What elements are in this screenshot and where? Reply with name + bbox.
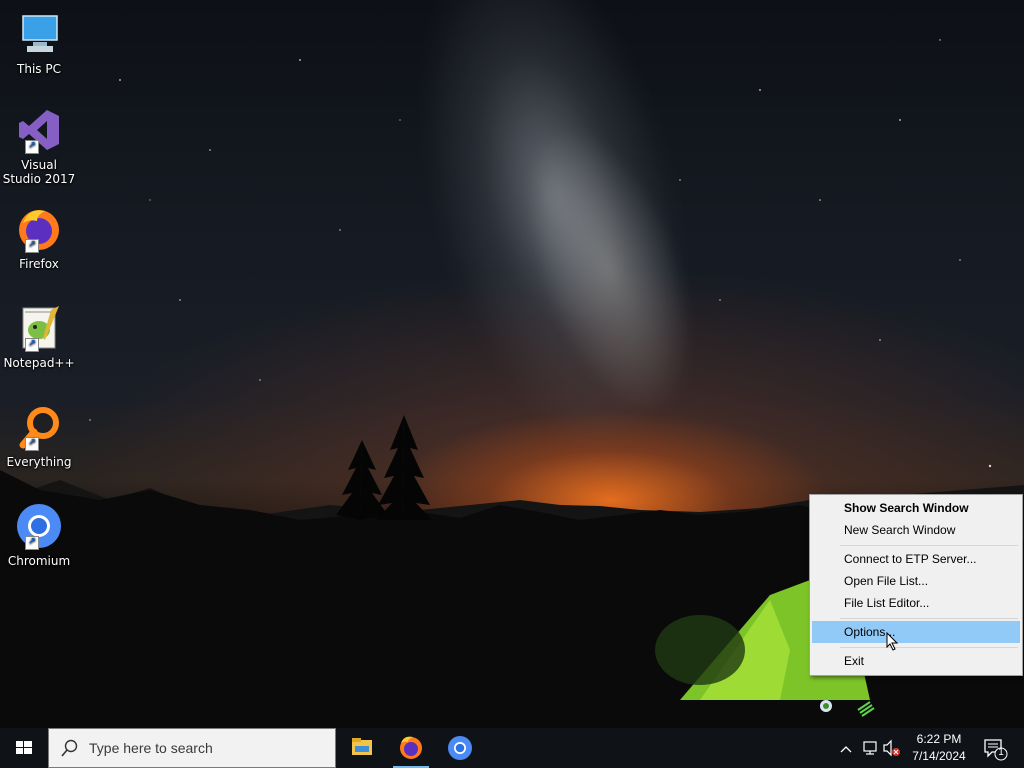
search-placeholder: Type here to search [89, 740, 213, 756]
menu-item-open-file-list[interactable]: Open File List... [812, 570, 1020, 592]
menu-separator [840, 618, 1018, 619]
shortcut-arrow-icon: ↗ [25, 338, 39, 352]
search-icon [61, 739, 78, 757]
shortcut-arrow-icon: ↗ [25, 437, 39, 451]
notification-icon [984, 739, 1008, 761]
desktop-icon-chromium[interactable]: ↗ Chromium [2, 502, 76, 568]
desktop-icon-everything[interactable]: ↗ Everything [2, 403, 76, 469]
taskbar: Type here to search 6:22 PM 7/14/2024 1 [0, 728, 1024, 768]
action-center-button[interactable]: 1 [978, 728, 1014, 768]
shortcut-arrow-icon: ↗ [25, 536, 39, 550]
chromium-icon [448, 736, 472, 760]
taskbar-file-explorer[interactable] [338, 728, 386, 768]
desktop-icon-visual-studio[interactable]: ↗ Visual Studio 2017 [2, 106, 76, 186]
menu-item-exit[interactable]: Exit [812, 650, 1020, 672]
clock-time: 6:22 PM [916, 732, 962, 746]
desktop-icon-label: Everything [6, 455, 72, 469]
file-explorer-icon [352, 738, 372, 755]
clock-date: 7/14/2024 [912, 749, 966, 763]
menu-item-show-search-window[interactable]: Show Search Window [812, 497, 1020, 519]
show-hidden-icons-chevron-icon[interactable] [840, 746, 852, 753]
volume-muted-icon[interactable] [883, 739, 900, 757]
desktop-icon-label: Chromium [7, 554, 71, 568]
everything-icon [19, 407, 59, 449]
menu-separator [840, 545, 1018, 546]
menu-item-connect-etp-server[interactable]: Connect to ETP Server... [812, 548, 1020, 570]
everything-tray-context-menu: Show Search Window New Search Window Con… [809, 494, 1023, 676]
system-tray [836, 728, 900, 768]
visual-studio-icon [19, 110, 59, 150]
taskbar-search-box[interactable]: Type here to search [48, 728, 336, 768]
firefox-icon [400, 736, 422, 759]
everything-tray-icon[interactable] [820, 700, 832, 712]
menu-separator [840, 647, 1018, 648]
desktop-icon-label: This PC [17, 62, 61, 76]
menu-item-file-list-editor[interactable]: File List Editor... [812, 592, 1020, 614]
taskbar-chromium[interactable] [436, 728, 484, 768]
mouse-cursor-icon [886, 632, 899, 651]
desktop-icon-notepad-plus-plus[interactable]: ↗ Notepad++ [2, 304, 76, 370]
desktop-icon-this-pc[interactable]: This PC [2, 10, 76, 76]
menu-item-options[interactable]: Options... [812, 621, 1020, 643]
this-pc-icon [22, 15, 58, 52]
notepad-plus-plus-icon [22, 306, 59, 349]
desktop-icon-label: Notepad++ [3, 356, 75, 370]
tray-overflow-panel [808, 688, 888, 724]
taskbar-clock[interactable]: 6:22 PM 7/14/2024 [902, 731, 976, 765]
desktop-icon-label: Visual Studio 2017 [2, 158, 76, 186]
menu-item-new-search-window[interactable]: New Search Window [812, 519, 1020, 541]
network-activity-tray-icon[interactable] [857, 701, 875, 717]
taskbar-firefox[interactable] [387, 728, 435, 768]
windows-logo-icon [16, 741, 32, 754]
chromium-icon [17, 504, 61, 548]
network-icon[interactable] [863, 741, 877, 755]
start-button[interactable] [0, 728, 48, 768]
shortcut-arrow-icon: ↗ [25, 140, 39, 154]
desktop-icon-label: Firefox [19, 257, 59, 271]
desktop-icon-firefox[interactable]: ↗ Firefox [2, 205, 76, 271]
shortcut-arrow-icon: ↗ [25, 239, 39, 253]
notification-count-badge: 1 [998, 747, 1004, 758]
firefox-icon [19, 210, 59, 250]
